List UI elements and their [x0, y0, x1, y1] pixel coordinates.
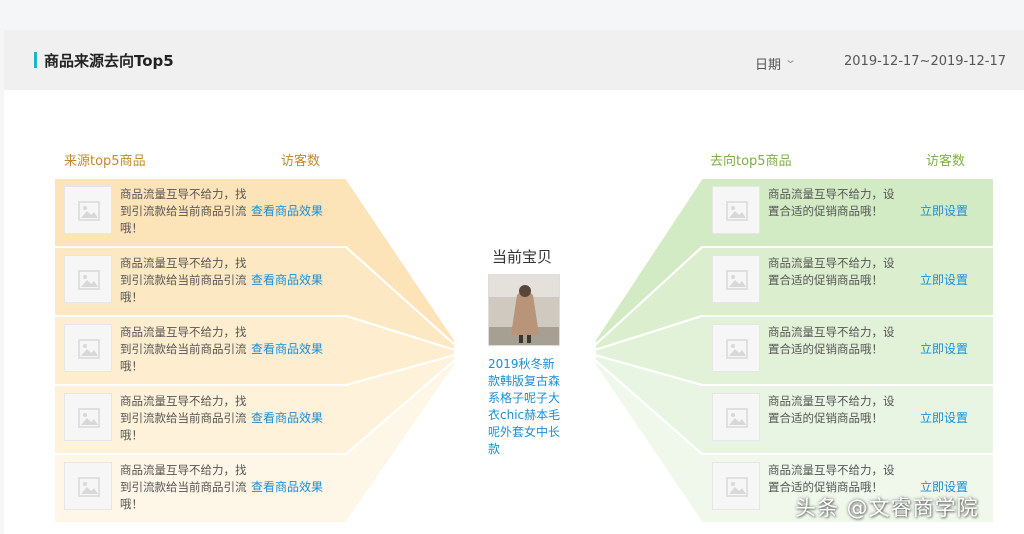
- target-item-description: 商品流量互导不给力，设置合适的促销商品哦！: [768, 325, 895, 356]
- target-item-description: 商品流量互导不给力，设置合适的促销商品哦！: [768, 256, 895, 287]
- target-list-item: 商品流量互导不给力，设置合适的促销商品哦！ 立即设置: [702, 385, 994, 445]
- target-list-item: 商品流量互导不给力，设置合适的促销商品哦！ 立即设置: [702, 247, 994, 307]
- source-item-link[interactable]: 查看商品效果: [251, 340, 323, 357]
- image-placeholder-icon[interactable]: [712, 186, 760, 234]
- target-list-item: 商品流量互导不给力，设置合适的促销商品哦！ 立即设置: [702, 316, 994, 376]
- source-list-item: 商品流量互导不给力，找到引流款给当前商品引流哦！ 查看商品效果: [54, 247, 346, 307]
- image-placeholder-icon[interactable]: [64, 186, 112, 234]
- image-placeholder-icon[interactable]: [712, 462, 760, 510]
- source-item-link[interactable]: 查看商品效果: [251, 478, 323, 495]
- target-list-item: 商品流量互导不给力，设置合适的促销商品哦！ 立即设置: [702, 178, 994, 238]
- target-item-link[interactable]: 立即设置: [920, 202, 968, 219]
- product-image[interactable]: [488, 274, 560, 346]
- target-item-description: 商品流量互导不给力，设置合适的促销商品哦！: [768, 394, 895, 425]
- image-placeholder-icon[interactable]: [712, 324, 760, 372]
- image-placeholder-icon[interactable]: [712, 255, 760, 303]
- target-item-description: 商品流量互导不给力，设置合适的促销商品哦！: [768, 187, 895, 218]
- image-placeholder-icon[interactable]: [712, 393, 760, 441]
- target-item-link[interactable]: 立即设置: [920, 409, 968, 426]
- target-item-link[interactable]: 立即设置: [920, 340, 968, 357]
- source-item-link[interactable]: 查看商品效果: [251, 271, 323, 288]
- source-item-description: 商品流量互导不给力，找到引流款给当前商品引流哦！: [120, 325, 247, 373]
- image-placeholder-icon[interactable]: [64, 255, 112, 303]
- source-item-description: 商品流量互导不给力，找到引流款给当前商品引流哦！: [120, 394, 247, 442]
- image-placeholder-icon[interactable]: [64, 393, 112, 441]
- source-item-description: 商品流量互导不给力，找到引流款给当前商品引流哦！: [120, 463, 247, 511]
- source-list-item: 商品流量互导不给力，找到引流款给当前商品引流哦！ 查看商品效果: [54, 454, 346, 514]
- source-item-link[interactable]: 查看商品效果: [251, 202, 323, 219]
- current-product-link[interactable]: 2019秋冬新款韩版复古森系格子呢子大衣chic赫本毛呢外套女中长款: [488, 356, 566, 458]
- source-list-item: 商品流量互导不给力，找到引流款给当前商品引流哦！ 查看商品效果: [54, 385, 346, 445]
- target-item-link[interactable]: 立即设置: [920, 271, 968, 288]
- source-list-item: 商品流量互导不给力，找到引流款给当前商品引流哦！ 查看商品效果: [54, 316, 346, 376]
- source-item-link[interactable]: 查看商品效果: [251, 409, 323, 426]
- watermark: 头条 @文睿商学院: [795, 496, 979, 520]
- image-placeholder-icon[interactable]: [64, 462, 112, 510]
- source-item-description: 商品流量互导不给力，找到引流款给当前商品引流哦！: [120, 256, 247, 304]
- target-item-description: 商品流量互导不给力，设置合适的促销商品哦！: [768, 463, 895, 494]
- source-item-description: 商品流量互导不给力，找到引流款给当前商品引流哦！: [120, 187, 247, 235]
- source-list-item: 商品流量互导不给力，找到引流款给当前商品引流哦！ 查看商品效果: [54, 178, 346, 238]
- current-item-label: 当前宝贝: [492, 248, 553, 266]
- image-placeholder-icon[interactable]: [64, 324, 112, 372]
